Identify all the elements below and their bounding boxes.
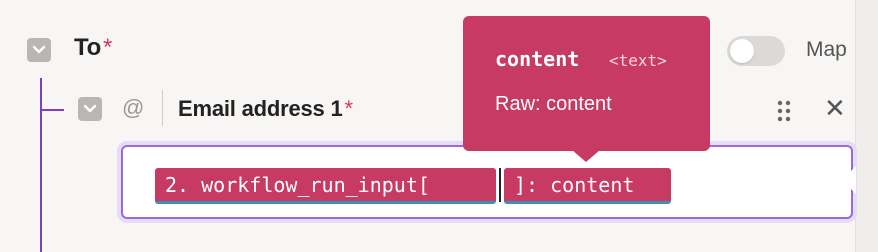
- email-field-label: Email address 1*: [178, 96, 353, 122]
- close-icon[interactable]: ✕: [824, 93, 846, 123]
- panel-notch: [842, 166, 856, 194]
- drag-handle-icon[interactable]: [776, 100, 792, 122]
- text-caret: [499, 168, 501, 202]
- chevron-down-icon: [83, 104, 97, 113]
- toggle-knob: [730, 39, 754, 63]
- required-marker: *: [344, 96, 354, 121]
- variable-tooltip: content <text> Raw: content: [463, 16, 710, 151]
- tooltip-variable-type: <text>: [609, 51, 667, 70]
- tooltip-raw-value: Raw: content: [495, 93, 612, 115]
- tooltip-variable-name: content: [495, 47, 580, 71]
- tooltip-arrow: [572, 150, 600, 162]
- to-collapse-button[interactable]: [27, 38, 51, 62]
- at-icon[interactable]: @: [122, 95, 144, 121]
- variable-pill[interactable]: 2. workflow_run_input[: [155, 168, 496, 204]
- tree-connector-horizontal: [40, 109, 64, 111]
- tree-connector-vertical: [40, 78, 42, 252]
- required-marker: *: [102, 34, 112, 61]
- map-label: Map: [806, 38, 847, 61]
- email-label-text: Email address 1: [178, 96, 343, 121]
- variable-pill[interactable]: ]: content: [504, 168, 671, 204]
- email-collapse-button[interactable]: [78, 97, 102, 121]
- chevron-down-icon: [32, 45, 46, 54]
- map-toggle[interactable]: [727, 36, 785, 66]
- scroll-edge: [855, 0, 878, 252]
- to-label-text: To: [74, 34, 101, 61]
- divider: [162, 90, 163, 126]
- to-field-label: To*: [74, 34, 112, 62]
